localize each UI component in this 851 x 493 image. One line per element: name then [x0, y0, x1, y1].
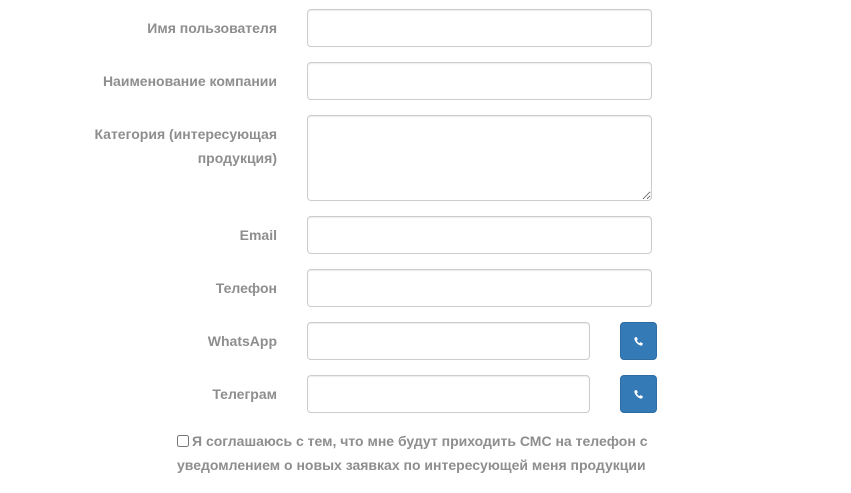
telegram-input[interactable] — [307, 375, 590, 413]
category-label: Категория (интересующая продукция) — [94, 126, 277, 166]
email-label: Email — [239, 227, 277, 243]
telegram-label: Телеграм — [212, 386, 277, 402]
telegram-call-button[interactable] — [620, 375, 657, 413]
category-textarea[interactable] — [307, 115, 652, 201]
username-label: Имя пользователя — [147, 20, 277, 36]
whatsapp-input[interactable] — [307, 322, 590, 360]
sms-agreement-text: Я соглашаюсь с тем, что мне будут приход… — [177, 433, 648, 473]
sms-agreement-checkbox[interactable] — [177, 435, 189, 447]
phone-input[interactable] — [307, 269, 652, 307]
phone-icon — [633, 336, 644, 347]
whatsapp-call-button[interactable] — [620, 322, 657, 360]
whatsapp-label: WhatsApp — [207, 333, 277, 349]
username-input[interactable] — [307, 9, 652, 47]
company-label: Наименование компании — [102, 73, 277, 89]
company-input[interactable] — [307, 62, 652, 100]
email-input[interactable] — [307, 216, 652, 254]
sms-agreement: Я соглашаюсь с тем, что мне будут приход… — [177, 429, 667, 477]
phone-label: Телефон — [215, 280, 277, 296]
phone-icon — [633, 389, 644, 400]
